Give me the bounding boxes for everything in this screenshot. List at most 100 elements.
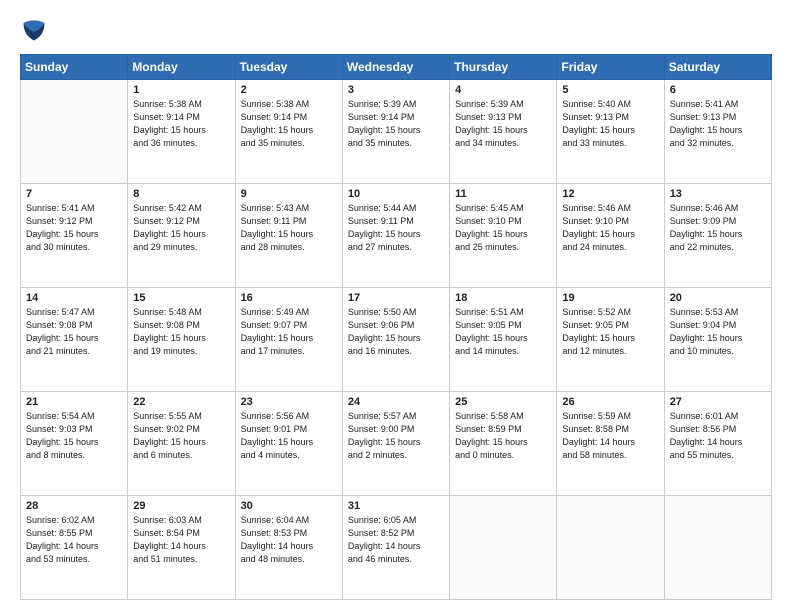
day-cell: 14 Sunrise: 5:47 AM Sunset: 9:08 PM Dayli… xyxy=(21,288,128,392)
day-cell: 12 Sunrise: 5:46 AM Sunset: 9:10 PM Dayli… xyxy=(557,184,664,288)
day-number: 25 xyxy=(455,396,551,408)
week-row-5: 28Sunrise: 6:02 AM Sunset: 8:55 PM Dayli… xyxy=(21,496,772,600)
day-number: 18 xyxy=(455,292,551,304)
day-cell: 15 Sunrise: 5:48 AM Sunset: 9:08 PM Dayli… xyxy=(128,288,235,392)
header xyxy=(20,16,772,44)
day-info: Sunrise: 5:46 AM Sunset: 9:10 PM Dayligh… xyxy=(562,202,658,254)
day-number: 3 xyxy=(348,84,444,96)
logo-icon xyxy=(20,16,48,44)
day-cell xyxy=(21,80,128,184)
logo xyxy=(20,16,52,44)
day-cell: 13Sunrise: 5:46 AM Sunset: 9:09 PM Dayli… xyxy=(664,184,771,288)
calendar-body: 1 Sunrise: 5:38 AM Sunset: 9:14 PM Daylig… xyxy=(21,80,772,600)
weekday-thursday: Thursday xyxy=(450,55,557,80)
day-info: Sunrise: 6:04 AM Sunset: 8:53 PM Dayligh… xyxy=(241,514,337,566)
day-info: Sunrise: 5:48 AM Sunset: 9:08 PM Dayligh… xyxy=(133,306,229,358)
day-info: Sunrise: 5:55 AM Sunset: 9:02 PM Dayligh… xyxy=(133,410,229,462)
day-number: 21 xyxy=(26,396,122,408)
day-cell: 6 Sunrise: 5:41 AM Sunset: 9:13 PM Daylig… xyxy=(664,80,771,184)
day-number: 16 xyxy=(241,292,337,304)
day-cell: 9 Sunrise: 5:43 AM Sunset: 9:11 PM Daylig… xyxy=(235,184,342,288)
day-info: Sunrise: 5:38 AM Sunset: 9:14 PM Dayligh… xyxy=(133,98,229,150)
day-info: Sunrise: 5:58 AM Sunset: 8:59 PM Dayligh… xyxy=(455,410,551,462)
day-number: 7 xyxy=(26,188,122,200)
day-info: Sunrise: 5:46 AM Sunset: 9:09 PM Dayligh… xyxy=(670,202,766,254)
day-info: Sunrise: 6:05 AM Sunset: 8:52 PM Dayligh… xyxy=(348,514,444,566)
day-number: 30 xyxy=(241,500,337,512)
day-number: 8 xyxy=(133,188,229,200)
day-info: Sunrise: 5:57 AM Sunset: 9:00 PM Dayligh… xyxy=(348,410,444,462)
day-cell: 31Sunrise: 6:05 AM Sunset: 8:52 PM Dayli… xyxy=(342,496,449,600)
day-number: 2 xyxy=(241,84,337,96)
page: SundayMondayTuesdayWednesdayThursdayFrid… xyxy=(0,0,792,612)
day-cell: 8 Sunrise: 5:42 AM Sunset: 9:12 PM Daylig… xyxy=(128,184,235,288)
weekday-friday: Friday xyxy=(557,55,664,80)
day-number: 24 xyxy=(348,396,444,408)
day-cell: 25 Sunrise: 5:58 AM Sunset: 8:59 PM Dayli… xyxy=(450,392,557,496)
day-cell: 7 Sunrise: 5:41 AM Sunset: 9:12 PM Daylig… xyxy=(21,184,128,288)
day-info: Sunrise: 6:03 AM Sunset: 8:54 PM Dayligh… xyxy=(133,514,229,566)
day-number: 14 xyxy=(26,292,122,304)
day-number: 17 xyxy=(348,292,444,304)
week-row-2: 7 Sunrise: 5:41 AM Sunset: 9:12 PM Daylig… xyxy=(21,184,772,288)
day-cell: 19Sunrise: 5:52 AM Sunset: 9:05 PM Dayli… xyxy=(557,288,664,392)
day-number: 4 xyxy=(455,84,551,96)
day-info: Sunrise: 5:50 AM Sunset: 9:06 PM Dayligh… xyxy=(348,306,444,358)
week-row-3: 14 Sunrise: 5:47 AM Sunset: 9:08 PM Dayli… xyxy=(21,288,772,392)
day-number: 26 xyxy=(562,396,658,408)
day-cell: 20Sunrise: 5:53 AM Sunset: 9:04 PM Dayli… xyxy=(664,288,771,392)
day-cell: 3 Sunrise: 5:39 AM Sunset: 9:14 PM Daylig… xyxy=(342,80,449,184)
weekday-header-row: SundayMondayTuesdayWednesdayThursdayFrid… xyxy=(21,55,772,80)
day-info: Sunrise: 5:56 AM Sunset: 9:01 PM Dayligh… xyxy=(241,410,337,462)
day-cell: 29 Sunrise: 6:03 AM Sunset: 8:54 PM Dayli… xyxy=(128,496,235,600)
day-info: Sunrise: 5:38 AM Sunset: 9:14 PM Dayligh… xyxy=(241,98,337,150)
day-cell: 1 Sunrise: 5:38 AM Sunset: 9:14 PM Daylig… xyxy=(128,80,235,184)
weekday-saturday: Saturday xyxy=(664,55,771,80)
day-number: 23 xyxy=(241,396,337,408)
day-number: 15 xyxy=(133,292,229,304)
day-cell: 5Sunrise: 5:40 AM Sunset: 9:13 PM Daylig… xyxy=(557,80,664,184)
day-number: 20 xyxy=(670,292,766,304)
calendar-header: SundayMondayTuesdayWednesdayThursdayFrid… xyxy=(21,55,772,80)
day-number: 1 xyxy=(133,84,229,96)
day-number: 19 xyxy=(562,292,658,304)
day-cell: 26 Sunrise: 5:59 AM Sunset: 8:58 PM Dayli… xyxy=(557,392,664,496)
day-info: Sunrise: 5:39 AM Sunset: 9:14 PM Dayligh… xyxy=(348,98,444,150)
day-cell: 4Sunrise: 5:39 AM Sunset: 9:13 PM Daylig… xyxy=(450,80,557,184)
day-cell: 2 Sunrise: 5:38 AM Sunset: 9:14 PM Daylig… xyxy=(235,80,342,184)
day-cell xyxy=(450,496,557,600)
day-number: 5 xyxy=(562,84,658,96)
day-info: Sunrise: 5:59 AM Sunset: 8:58 PM Dayligh… xyxy=(562,410,658,462)
day-number: 28 xyxy=(26,500,122,512)
day-number: 29 xyxy=(133,500,229,512)
weekday-sunday: Sunday xyxy=(21,55,128,80)
day-number: 22 xyxy=(133,396,229,408)
weekday-tuesday: Tuesday xyxy=(235,55,342,80)
calendar-table: SundayMondayTuesdayWednesdayThursdayFrid… xyxy=(20,54,772,600)
day-info: Sunrise: 5:45 AM Sunset: 9:10 PM Dayligh… xyxy=(455,202,551,254)
day-cell: 11Sunrise: 5:45 AM Sunset: 9:10 PM Dayli… xyxy=(450,184,557,288)
day-number: 6 xyxy=(670,84,766,96)
day-number: 10 xyxy=(348,188,444,200)
day-info: Sunrise: 5:44 AM Sunset: 9:11 PM Dayligh… xyxy=(348,202,444,254)
day-info: Sunrise: 5:42 AM Sunset: 9:12 PM Dayligh… xyxy=(133,202,229,254)
day-number: 27 xyxy=(670,396,766,408)
weekday-wednesday: Wednesday xyxy=(342,55,449,80)
day-info: Sunrise: 5:51 AM Sunset: 9:05 PM Dayligh… xyxy=(455,306,551,358)
day-info: Sunrise: 5:43 AM Sunset: 9:11 PM Dayligh… xyxy=(241,202,337,254)
day-info: Sunrise: 6:01 AM Sunset: 8:56 PM Dayligh… xyxy=(670,410,766,462)
day-info: Sunrise: 5:54 AM Sunset: 9:03 PM Dayligh… xyxy=(26,410,122,462)
day-cell: 17 Sunrise: 5:50 AM Sunset: 9:06 PM Dayli… xyxy=(342,288,449,392)
day-cell xyxy=(557,496,664,600)
day-cell: 27 Sunrise: 6:01 AM Sunset: 8:56 PM Dayli… xyxy=(664,392,771,496)
day-number: 9 xyxy=(241,188,337,200)
day-number: 12 xyxy=(562,188,658,200)
day-cell xyxy=(664,496,771,600)
day-cell: 16 Sunrise: 5:49 AM Sunset: 9:07 PM Dayli… xyxy=(235,288,342,392)
day-info: Sunrise: 5:41 AM Sunset: 9:12 PM Dayligh… xyxy=(26,202,122,254)
day-cell: 30 Sunrise: 6:04 AM Sunset: 8:53 PM Dayli… xyxy=(235,496,342,600)
day-info: Sunrise: 5:49 AM Sunset: 9:07 PM Dayligh… xyxy=(241,306,337,358)
day-info: Sunrise: 5:41 AM Sunset: 9:13 PM Dayligh… xyxy=(670,98,766,150)
week-row-4: 21 Sunrise: 5:54 AM Sunset: 9:03 PM Dayli… xyxy=(21,392,772,496)
day-info: Sunrise: 5:47 AM Sunset: 9:08 PM Dayligh… xyxy=(26,306,122,358)
